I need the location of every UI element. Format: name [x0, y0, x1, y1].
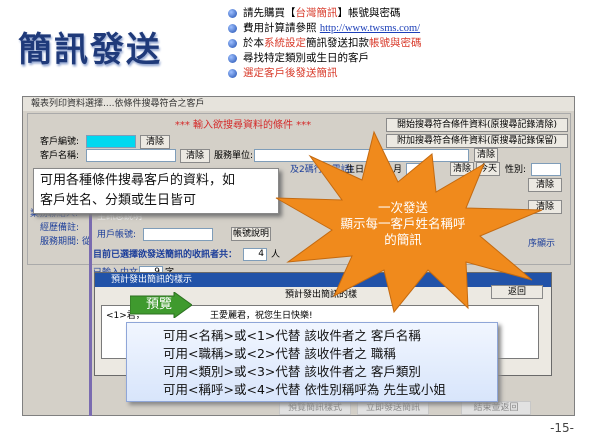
customer-id-label: 客戶編號:	[40, 137, 80, 147]
bullet-text: 費用計算請參照 http://www.twsms.com/	[243, 22, 421, 34]
bullet-item: 選定客戶後發送簡訊	[228, 66, 578, 81]
selected-count-label: 目前已選擇欲發送簡訊的收訊者共：	[93, 250, 238, 260]
send-now-button[interactable]: 立即發送簡訊	[357, 401, 429, 415]
purple-divider	[89, 211, 92, 416]
search-tip-line: 可用各種條件搜尋客戶的資料，如	[40, 173, 236, 188]
clear-id-button[interactable]: 清除	[140, 135, 170, 149]
user-account-label: 用戶帳號:	[97, 230, 137, 240]
preview-style-button[interactable]: 預覽簡訊樣式	[279, 401, 351, 415]
bullet-text: 選定客戶後發送簡訊	[243, 67, 338, 79]
pricing-link[interactable]: http://www.twsms.com/	[320, 23, 420, 34]
search-tip-callout: 可用各種條件搜尋客戶的資料，如 客戶姓名、分類或生日皆可	[33, 168, 279, 214]
service-unit-label: 服務單位:	[214, 151, 254, 161]
bullet-item: 請先購買【台灣簡訊】帳號與密碼	[228, 6, 578, 21]
preview-arrow-label: 預覽	[145, 297, 172, 312]
user-account-field[interactable]	[143, 228, 213, 241]
burst-callout-text: 一次發送 顯示每一客戶姓名稱呼 的簡訊	[328, 200, 478, 248]
selected-count-value: 4	[243, 248, 267, 261]
burst-line: 一次發送	[377, 200, 428, 215]
service-period-label: 服務期間: 從	[40, 237, 91, 247]
burst-line: 顯示每一客戶姓名稱呼	[340, 216, 466, 231]
code-line: 可用<名稱>或<1>代替 該收件者之 客戶名稱	[163, 328, 421, 343]
account-desc-button[interactable]: 帳號說明	[231, 227, 271, 241]
bullet-dot-icon	[228, 24, 237, 33]
window-title: 報表列印資料選擇....依條件搜尋符合之客戶	[23, 97, 574, 111]
bullet-item: 於本系統設定簡訊發送扣款帳號與密碼	[228, 36, 578, 51]
intro-bullet-list: 請先購買【台灣簡訊】帳號與密碼 費用計算請參照 http://www.twsms…	[228, 6, 578, 81]
customer-id-field[interactable]	[86, 135, 136, 148]
burst-line: 的簡訊	[384, 232, 422, 247]
bullet-dot-icon	[228, 39, 237, 48]
bullet-text: 尋找特定類別或生日的客戶	[243, 52, 369, 64]
search-tip-line: 客戶姓名、分類或生日皆可	[40, 193, 197, 208]
bullet-text: 請先購買【台灣簡訊】帳號與密碼	[243, 7, 401, 19]
customer-name-field[interactable]	[86, 149, 176, 162]
clear-name-button[interactable]: 清除	[180, 149, 210, 163]
code-line: 可用<職稱>或<2>代替 該收件者之 職稱	[163, 346, 396, 361]
code-line: 可用<稱呼>或<4>代替 依性別稱呼為 先生或小姐	[163, 382, 446, 397]
code-explanation-callout: 可用<名稱>或<1>代替 該收件者之 客戶名稱 可用<職稱>或<2>代替 該收件…	[126, 322, 498, 402]
bullet-dot-icon	[228, 54, 237, 63]
bullet-item: 費用計算請參照 http://www.twsms.com/	[228, 21, 578, 36]
remark-label: 經歷備註:	[40, 223, 80, 233]
page-number: -15-	[550, 421, 574, 435]
finish-return-button[interactable]: 結束並返回	[461, 401, 531, 415]
code-line: 可用<類別>或<3>代替 該收件者之 客戶類別	[163, 364, 421, 379]
bullet-text: 於本系統設定簡訊發送扣款帳號與密碼	[243, 37, 422, 49]
bullet-dot-icon	[228, 69, 237, 78]
customer-name-label: 客戶名稱:	[40, 151, 80, 161]
slide-title: 簡訊發送	[18, 30, 162, 70]
bullet-dot-icon	[228, 9, 237, 18]
bullet-item: 尋找特定類別或生日的客戶	[228, 51, 578, 66]
